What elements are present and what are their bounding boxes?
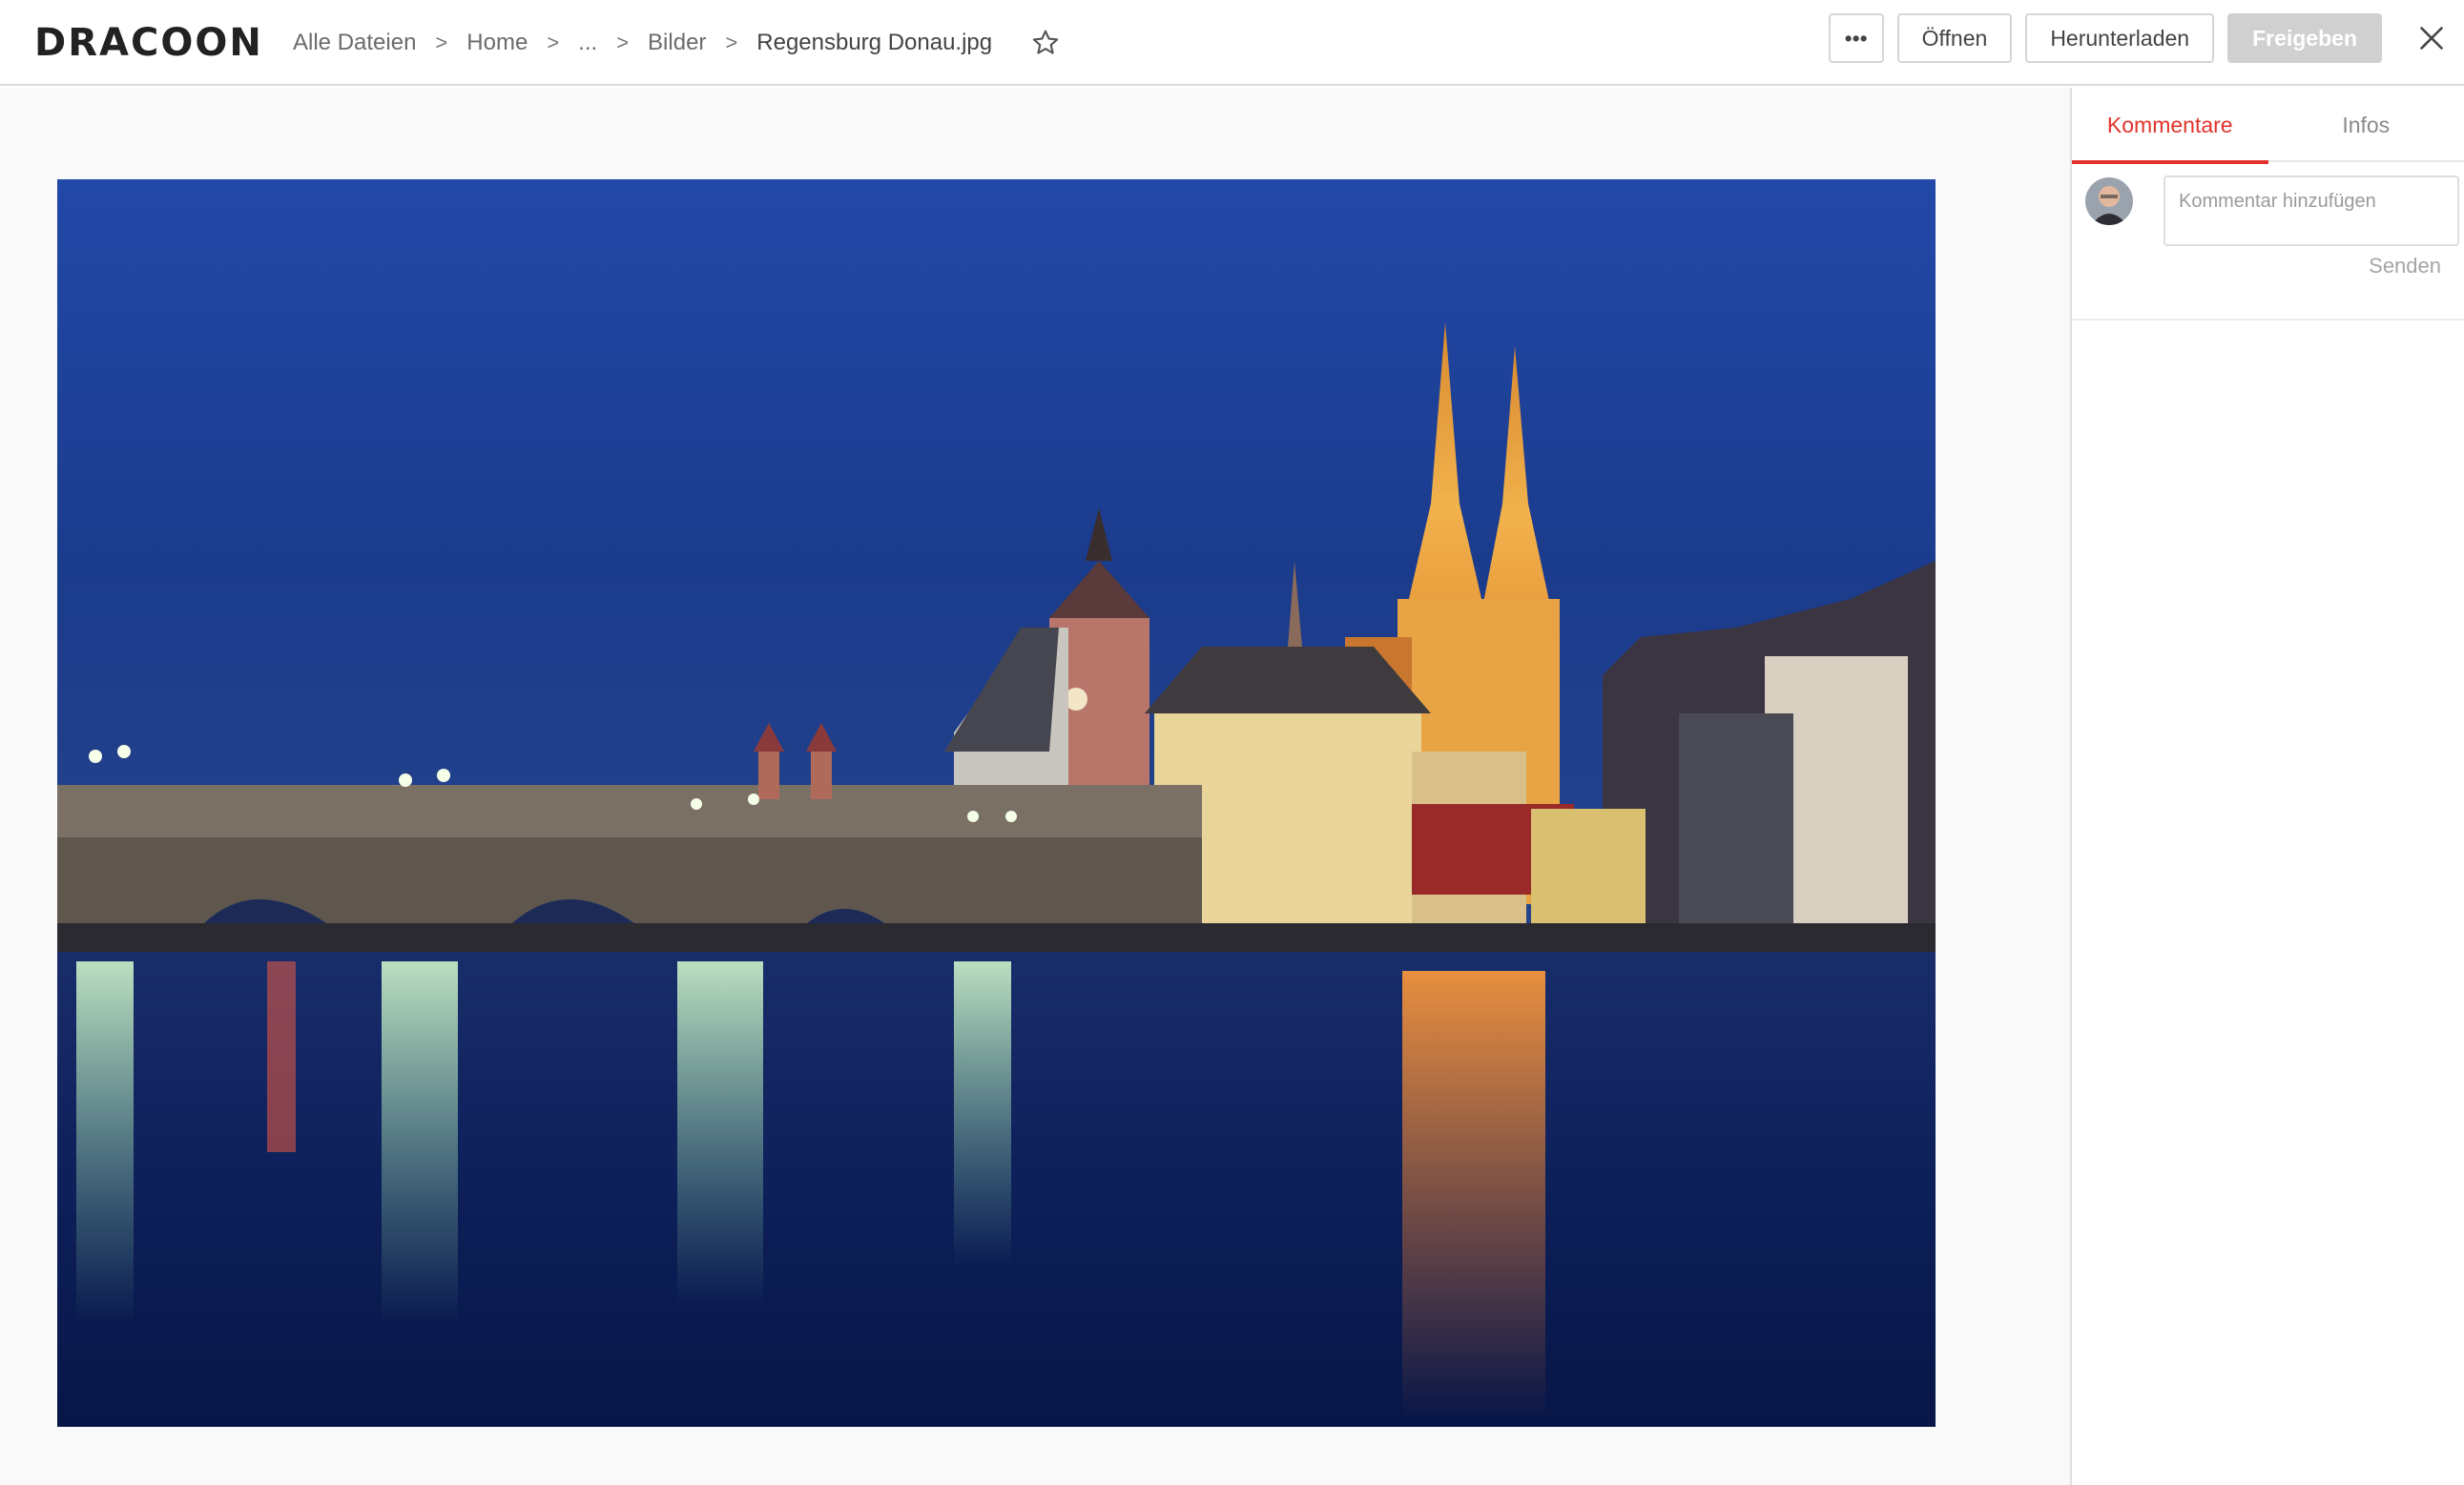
breadcrumb-home[interactable]: Home — [466, 30, 528, 56]
tab-kommentare[interactable]: Kommentare — [2072, 88, 2268, 164]
avatar — [2085, 177, 2133, 225]
tab-infos[interactable]: Infos — [2268, 88, 2464, 162]
breadcrumb-current-file: Regensburg Donau.jpg — [756, 30, 993, 55]
breadcrumb-separator: > — [435, 31, 448, 54]
side-panel: Kommentare Infos Senden — [2070, 88, 2464, 1485]
image-preview — [57, 179, 1936, 1427]
breadcrumb-bilder[interactable]: Bilder — [648, 30, 706, 56]
close-icon[interactable] — [2411, 17, 2453, 59]
open-button[interactable]: Öffnen — [1896, 13, 2013, 63]
send-button[interactable]: Senden — [2369, 254, 2441, 278]
comment-composer: Senden — [2072, 162, 2464, 320]
star-icon[interactable] — [1030, 28, 1061, 58]
side-panel-tabs: Kommentare Infos — [2072, 88, 2464, 164]
regensburg-photo — [57, 179, 1936, 1427]
more-options-button[interactable]: ••• — [1828, 13, 1884, 63]
breadcrumb-all-files[interactable]: Alle Dateien — [293, 30, 416, 56]
file-preview-app: DRACOON Alle Dateien > Home > ... > Bild… — [0, 0, 2464, 1485]
download-button[interactable]: Herunterladen — [2025, 13, 2215, 63]
breadcrumb: Alle Dateien > Home > ... > Bilder > Reg… — [293, 21, 1061, 65]
comment-input[interactable] — [2164, 175, 2459, 246]
breadcrumb-ellipsis[interactable]: ... — [578, 30, 597, 56]
top-bar: DRACOON Alle Dateien > Home > ... > Bild… — [0, 0, 2464, 86]
preview-area — [0, 88, 2070, 1485]
breadcrumb-separator: > — [725, 31, 738, 54]
header-actions: ••• Öffnen Herunterladen Freigeben — [1828, 13, 2464, 63]
dracoon-logo[interactable]: DRACOON — [34, 17, 263, 69]
share-button[interactable]: Freigeben — [2227, 13, 2382, 63]
logo-text: DRACOON — [34, 21, 263, 65]
breadcrumb-separator: > — [616, 31, 630, 54]
breadcrumb-separator: > — [547, 31, 560, 54]
